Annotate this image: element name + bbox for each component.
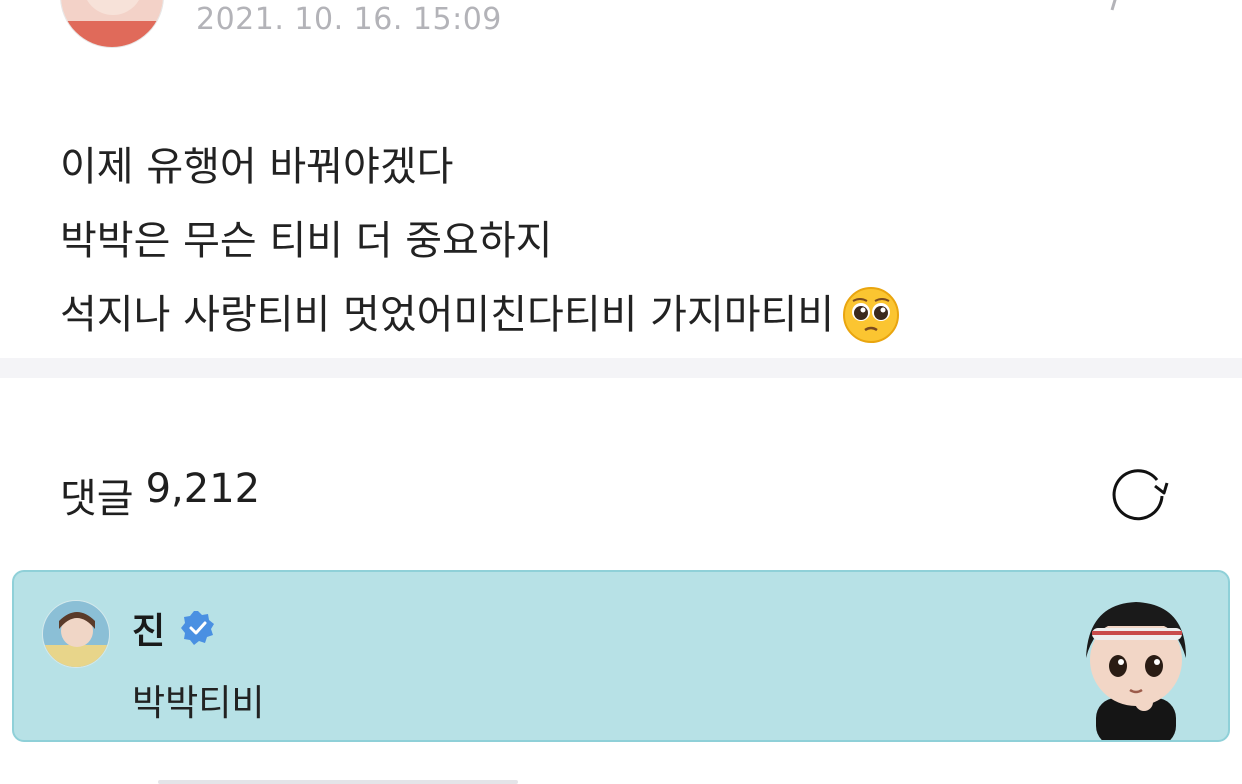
post-timestamp: 2021. 10. 16. 15:09 [196, 2, 502, 37]
post-line-with-emoji: 석지나 사랑티비 멋었어미친다티비 가지마티비 [60, 278, 1180, 352]
next-comment-edge [158, 780, 518, 784]
author-avatar[interactable] [60, 0, 164, 48]
character-sticker-icon [1060, 588, 1210, 740]
post-line-text: 석지나 사랑티비 멋었어미친다티비 가지마티비 [60, 292, 835, 338]
artist-name-row: 진 [132, 602, 217, 654]
section-divider [0, 358, 1242, 378]
artist-name[interactable]: 진 [132, 602, 165, 654]
verified-badge-icon [179, 609, 217, 647]
comments-count: 9,212 [145, 466, 261, 512]
post-body: 이제 유행어 바꿔야겠다 박박은 무슨 티비 더 중요하지 석지나 사랑티비 멋… [60, 130, 1180, 352]
pleading-face-emoji-icon [842, 286, 900, 344]
artist-avatar[interactable] [42, 600, 110, 668]
post-line: 이제 유행어 바꿔야겠다 [60, 144, 454, 190]
artist-comment-card[interactable]: 진 박박티비 [12, 570, 1230, 742]
post-detail-screen: 2021. 10. 16. 15:09 이제 유행어 바꿔야겠다 박박은 무슨 … [0, 0, 1242, 784]
comments-header: 댓글 9,212 [60, 466, 260, 524]
translate-icon[interactable] [1100, 0, 1180, 16]
artist-comment-text: 박박티비 [132, 683, 265, 724]
refresh-icon[interactable] [1108, 462, 1170, 524]
post-line: 박박은 무슨 티비 더 중요하지 [60, 218, 553, 264]
comments-label: 댓글 [60, 476, 134, 522]
